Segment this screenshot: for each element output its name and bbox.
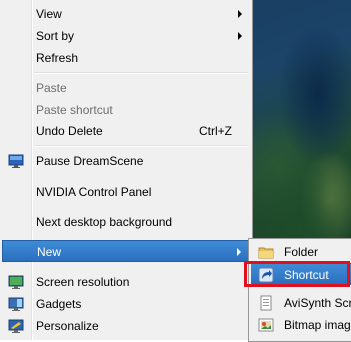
- menu-item-nvidia-label: NVIDIA Control Panel: [36, 185, 152, 199]
- menu-item-pause-dreamscene-label: Pause DreamScene: [36, 154, 144, 168]
- bitmap-image-icon: [258, 318, 274, 332]
- submenu-item-shortcut-label: Shortcut: [284, 268, 329, 282]
- submenu-item-folder[interactable]: Folder: [251, 241, 351, 263]
- menu-item-next-desktop-background[interactable]: Next desktop background: [2, 211, 250, 233]
- menu-item-paste-label: Paste: [36, 81, 67, 95]
- menu-item-refresh-label: Refresh: [36, 51, 79, 65]
- submenu-arrow-icon: [238, 32, 242, 40]
- shortcut-icon: [258, 267, 274, 283]
- menu-separator: [34, 145, 248, 147]
- menu-item-paste[interactable]: Paste: [2, 77, 250, 99]
- submenu-item-bitmap-label: Bitmap image: [284, 318, 351, 332]
- menu-item-screen-resolution-label: Screen resolution: [36, 275, 130, 289]
- screen-resolution-icon: [8, 275, 24, 289]
- menu-item-refresh[interactable]: Refresh: [2, 47, 250, 69]
- menu-item-view-label: View: [36, 7, 62, 21]
- menu-item-paste-shortcut-label: Paste shortcut: [36, 103, 113, 117]
- menu-item-personalize-label: Personalize: [36, 319, 99, 333]
- menu-item-nvidia-control-panel[interactable]: NVIDIA Control Panel: [2, 181, 250, 203]
- menu-item-pause-dreamscene[interactable]: Pause DreamScene: [2, 150, 250, 172]
- menu-item-sort-by-label: Sort by: [36, 29, 75, 43]
- submenu-item-bitmap-image[interactable]: Bitmap image: [251, 314, 351, 336]
- folder-icon: [258, 247, 274, 259]
- submenu-item-folder-label: Folder: [284, 245, 319, 259]
- menu-item-next-background-label: Next desktop background: [36, 215, 173, 229]
- new-submenu: Folder Shortcut AviSynth Script Bitmap i…: [248, 238, 351, 342]
- menu-item-personalize[interactable]: Personalize: [2, 315, 250, 337]
- avisynth-script-icon: [260, 295, 272, 311]
- menu-item-screen-resolution[interactable]: Screen resolution: [2, 271, 250, 293]
- menu-item-new[interactable]: New: [2, 240, 250, 262]
- menu-item-sort-by[interactable]: Sort by: [2, 25, 250, 47]
- menu-item-undo-delete-label: Undo Delete: [36, 124, 103, 138]
- menu-item-new-label: New: [37, 245, 62, 259]
- menu-separator: [34, 72, 248, 74]
- menu-item-gadgets-label: Gadgets: [36, 297, 82, 311]
- keyboard-shortcut: Ctrl+Z: [199, 124, 232, 138]
- personalize-icon: [8, 319, 24, 333]
- desktop-context-menu: View Sort by Refresh Paste Paste shortcu…: [0, 0, 253, 340]
- submenu-arrow-icon: [237, 248, 241, 256]
- submenu-item-avisynth-label: AviSynth Script: [284, 296, 351, 310]
- menu-item-gadgets[interactable]: Gadgets: [2, 293, 250, 315]
- submenu-arrow-icon: [238, 10, 242, 18]
- dreamscene-icon: [8, 154, 24, 168]
- menu-item-undo-delete[interactable]: Undo Delete Ctrl+Z: [2, 120, 250, 142]
- menu-item-paste-shortcut[interactable]: Paste shortcut: [2, 99, 250, 121]
- gadgets-icon: [8, 297, 24, 311]
- menu-item-view[interactable]: View: [2, 3, 250, 25]
- submenu-item-avisynth-script[interactable]: AviSynth Script: [251, 292, 351, 314]
- submenu-item-shortcut[interactable]: Shortcut: [251, 263, 351, 285]
